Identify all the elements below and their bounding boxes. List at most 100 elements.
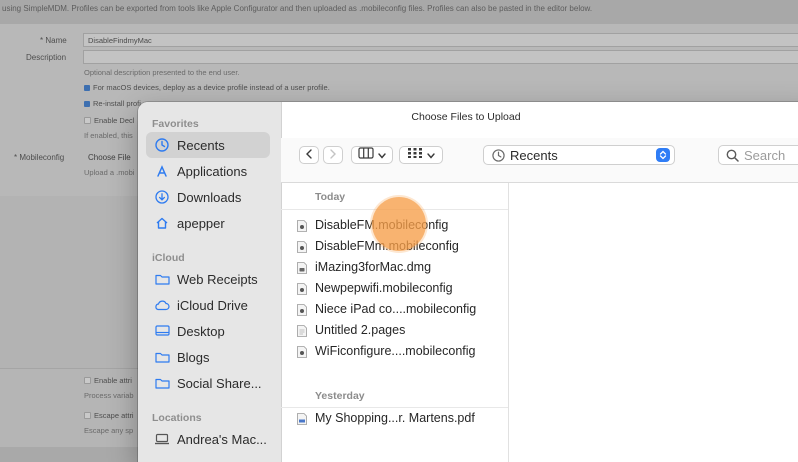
clock-icon [492,149,505,167]
file-name: Niece iPad co....mobileconfig [315,302,477,316]
process-hint: Process variab [84,391,134,400]
sidebar-item-icloud-drive[interactable]: iCloud Drive [146,292,270,318]
location-popup[interactable]: Recents [483,145,675,165]
group-header-yesterday: Yesterday [315,390,365,402]
applications-icon [154,163,170,179]
file-row[interactable]: DisableFM.mobileconfig [297,215,502,235]
sidebar-item-recents[interactable]: Recents [146,132,270,158]
laptop-icon [154,431,170,447]
file-list: Today DisableFM.mobileconfig DisableFMm.… [281,183,509,462]
description-hint: Optional description presented to the en… [84,68,240,77]
escape-attributes-checkbox[interactable]: Escape attri [84,411,134,420]
file-row[interactable]: DisableFMm.mobileconfig [297,236,502,256]
name-input[interactable]: DisableFindmyMac [83,33,798,47]
location-label: Recents [510,148,558,163]
file-row[interactable]: Niece iPad co....mobileconfig [297,299,502,319]
sidebar-item-label: Web Receipts [177,271,258,287]
chevron-down-icon [427,146,435,164]
sidebar-item-downloads[interactable]: Downloads [146,184,270,210]
escape-hint: Escape any sp [84,426,134,435]
escape-attributes-label: Escape attri [94,411,134,420]
upload-hint: Upload a .mobi [84,168,135,177]
enable-declarative-checkbox[interactable]: Enable Decl [84,116,134,125]
sidebar-item-label: Social Share... [177,375,262,391]
enable-hint: If enabled, this [84,131,133,140]
name-label: * Name [40,36,67,45]
pdf-file-icon [297,412,307,425]
top-note-bar: using SimpleMDM. Profiles can be exporte… [0,0,798,25]
sidebar-item-desktop[interactable]: Desktop [146,318,270,344]
columns-icon [358,146,374,164]
folder-icon [154,375,170,391]
file-name: WiFiconfigure....mobileconfig [315,344,476,358]
locations-header: Locations [152,412,202,424]
sidebar-item-social-share[interactable]: Social Share... [146,370,270,396]
file-upload-dialog: Favorites Recents Applications Downloads… [138,102,798,462]
chevron-right-icon [329,146,337,164]
cloud-icon [154,297,170,313]
reinstall-checkbox[interactable]: Re-install profi [84,99,141,108]
sidebar-item-andreas-mac[interactable]: Andrea's Mac... [146,426,270,452]
chevron-left-icon [305,146,313,164]
sidebar-item-label: Recents [177,137,225,153]
sidebar-item-blogs[interactable]: Blogs [146,344,270,370]
mobileconfig-file-icon [297,219,307,232]
sidebar-item-label: Desktop [177,323,225,339]
file-name: DisableFM.mobileconfig [315,218,449,232]
dialog-toolbar: Recents Search [281,138,798,183]
file-row[interactable]: Newpepwifi.mobileconfig [297,278,502,298]
sidebar-item-label: Applications [177,163,248,179]
file-row[interactable]: My Shopping...r. Martens.pdf [297,408,502,428]
folder-icon [154,349,170,365]
device-profile-checkbox[interactable]: For macOS devices, deploy as a device pr… [84,83,330,92]
mobileconfig-label: * Mobileconfig [14,153,65,162]
enable-attributes-checkbox[interactable]: Enable attri [84,376,132,385]
choose-file-button[interactable]: Choose File [88,153,131,162]
download-icon [154,189,170,205]
reinstall-checkbox-label: Re-install profi [93,99,141,108]
preview-pane [509,183,798,462]
description-input[interactable] [83,50,798,64]
sidebar-item-label: Blogs [177,349,210,365]
chevron-down-icon [378,146,386,164]
favorites-header: Favorites [152,118,199,130]
sidebar-item-applications[interactable]: Applications [146,158,270,184]
file-row[interactable]: Untitled 2.pages [297,320,502,340]
sidebar-item-web-receipts[interactable]: Web Receipts [146,266,270,292]
dialog-title: Choose Files to Upload [411,111,521,123]
icloud-header: iCloud [152,252,185,264]
sidebar-item-label: iCloud Drive [177,297,248,313]
sidebar-item-label: Downloads [177,189,242,205]
mobileconfig-file-icon [297,303,307,316]
home-icon [154,215,170,231]
search-placeholder: Search [744,148,786,163]
mobileconfig-file-icon [297,345,307,358]
file-name: Newpepwifi.mobileconfig [315,281,453,295]
mobileconfig-file-icon [297,282,307,295]
column-view-button[interactable] [351,146,393,164]
device-profile-checkbox-label: For macOS devices, deploy as a device pr… [93,83,330,92]
clock-icon [154,137,170,153]
mobileconfig-file-icon [297,240,307,253]
file-name: DisableFMm.mobileconfig [315,239,459,253]
top-note: using SimpleMDM. Profiles can be exporte… [2,4,593,13]
file-row[interactable]: WiFiconfigure....mobileconfig [297,341,502,361]
file-row[interactable]: iMazing3forMac.dmg [297,257,502,277]
folder-icon [154,271,170,287]
sidebar-item-apepper[interactable]: apepper [146,210,270,236]
forward-button[interactable] [323,146,343,164]
file-name: Untitled 2.pages [315,323,406,337]
group-view-button[interactable] [399,146,443,164]
description-label: Description [26,53,67,62]
disk-image-file-icon [297,261,307,274]
search-field[interactable]: Search [718,145,798,165]
sidebar-item-label: Andrea's Mac... [177,431,267,447]
dialog-titlebar: Choose Files to Upload [281,102,798,138]
file-name: iMazing3forMac.dmg [315,260,432,274]
file-name: My Shopping...r. Martens.pdf [315,411,475,425]
sidebar: Favorites Recents Applications Downloads… [138,102,282,462]
search-icon [726,149,739,167]
back-button[interactable] [299,146,319,164]
group-header-today: Today [315,191,346,203]
pages-file-icon [297,324,307,337]
